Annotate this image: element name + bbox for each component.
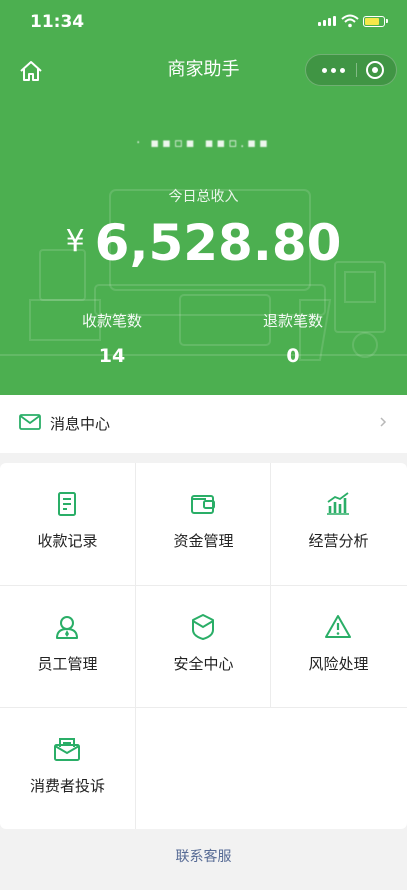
grid-item-consumer-complaints[interactable]: 消费者投诉 bbox=[0, 708, 135, 830]
status-time: 11:34 bbox=[30, 12, 85, 32]
today-income: ¥6,528.80 bbox=[0, 214, 407, 272]
grid-item-business-analysis[interactable]: 经营分析 bbox=[271, 463, 406, 585]
grid-item-fund-management[interactable]: 资金管理 bbox=[136, 463, 271, 585]
refund-count-label: 退款笔数 bbox=[262, 312, 323, 330]
receipt-icon bbox=[58, 492, 76, 516]
grid-item-label: 风险处理 bbox=[308, 655, 369, 673]
currency-symbol: ¥ bbox=[65, 224, 85, 259]
wifi-icon bbox=[341, 14, 359, 28]
close-mini-program-icon[interactable] bbox=[366, 61, 384, 79]
contact-support-link[interactable]: 联系客服 bbox=[0, 846, 407, 866]
signal-icon bbox=[318, 16, 336, 26]
income-amount: 6,528.80 bbox=[94, 214, 342, 272]
bar-chart-icon bbox=[327, 492, 349, 515]
mini-program-capsule bbox=[305, 54, 397, 86]
message-center-row[interactable]: 消息中心 bbox=[0, 395, 407, 453]
grid-item-label: 经营分析 bbox=[308, 532, 369, 550]
grid-item-label: 安全中心 bbox=[173, 655, 234, 673]
payment-count-value: 14 bbox=[98, 345, 126, 367]
header-hero: 11:34 商家助手 · ▪▪▫▪ ▪▪▫.▪▪ 今日总收入 ¥6,528.80… bbox=[0, 0, 407, 395]
payment-count: 收款笔数 14 bbox=[52, 310, 172, 367]
battery-icon bbox=[363, 16, 388, 27]
wallet-icon bbox=[191, 495, 215, 514]
grid-item-label: 资金管理 bbox=[173, 532, 234, 550]
status-bar: 11:34 bbox=[0, 0, 407, 44]
merchant-name-masked: · ▪▪▫▪ ▪▪▫.▪▪ bbox=[136, 136, 271, 151]
grid-item-label: 消费者投诉 bbox=[29, 777, 105, 795]
grid-item-security-center[interactable]: 安全中心 bbox=[136, 586, 271, 708]
grid-item-label: 收款记录 bbox=[37, 532, 98, 550]
user-icon bbox=[56, 616, 78, 639]
envelope-icon bbox=[19, 414, 41, 430]
refund-count-value: 0 bbox=[286, 345, 300, 367]
shield-icon bbox=[192, 614, 214, 640]
warning-icon bbox=[325, 615, 351, 638]
more-icon[interactable] bbox=[316, 55, 350, 85]
grid-item-label: 员工管理 bbox=[37, 655, 98, 673]
refund-count: 退款笔数 0 bbox=[233, 310, 353, 367]
grid-item-risk-handling[interactable]: 风险处理 bbox=[271, 586, 406, 708]
message-center-label: 消息中心 bbox=[50, 415, 111, 433]
grid-item-staff-management[interactable]: 员工管理 bbox=[0, 586, 135, 708]
function-grid: 收款记录 资金管理 经营分析 员工管理 安全中心 风险处理 消费者投诉 bbox=[0, 463, 407, 829]
today-income-label: 今日总收入 bbox=[168, 189, 239, 205]
grid-item-payment-records[interactable]: 收款记录 bbox=[0, 463, 135, 585]
payment-count-label: 收款笔数 bbox=[81, 312, 142, 330]
chevron-right-icon bbox=[380, 417, 387, 427]
complaint-mail-icon bbox=[54, 738, 80, 761]
